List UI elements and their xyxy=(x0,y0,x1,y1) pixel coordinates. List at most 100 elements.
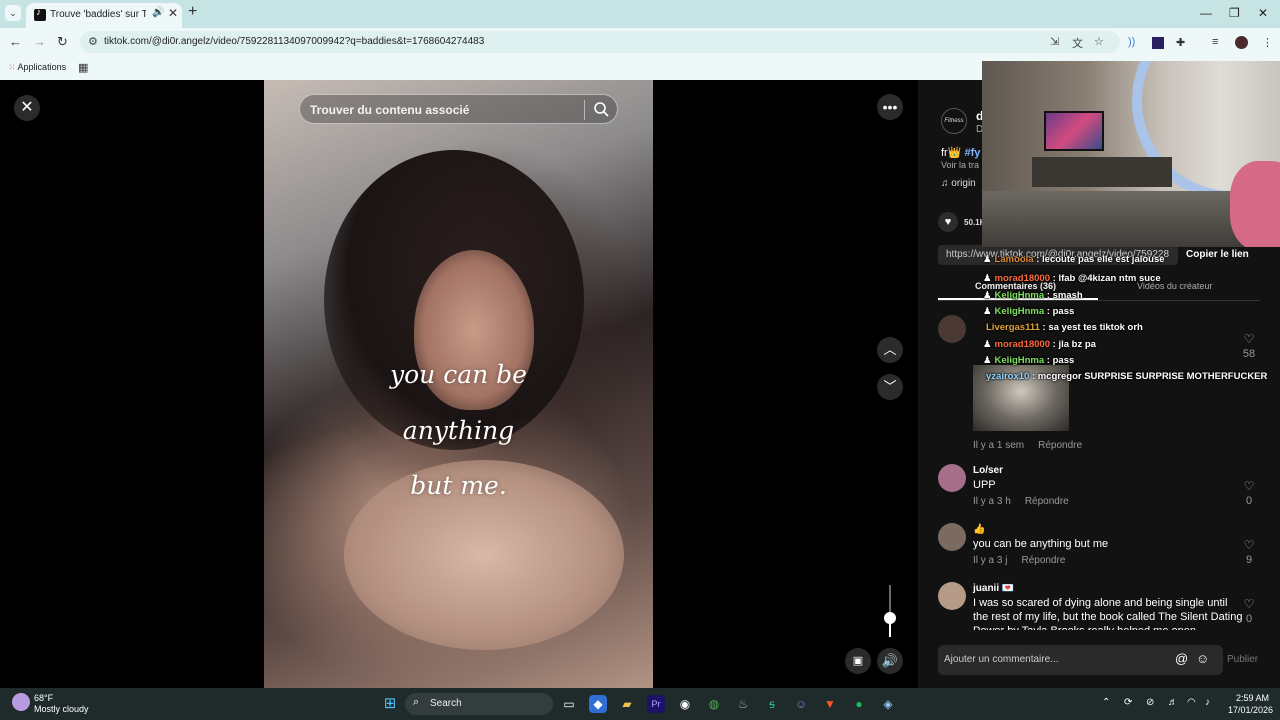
weather-temperature[interactable]: 68°F xyxy=(34,693,53,703)
comment-like-count: 58 xyxy=(1242,348,1256,360)
tray-overflow-chevron-icon[interactable]: ⌃ xyxy=(1102,697,1110,708)
more-options-icon[interactable]: ••• xyxy=(877,94,903,120)
comment-avatar[interactable] xyxy=(938,582,966,610)
comment-like-heart-icon[interactable]: ♡ xyxy=(1241,597,1257,611)
see-translation-link[interactable]: Voir la tra xyxy=(941,160,979,170)
tab-search-button[interactable]: ⌄ xyxy=(5,5,21,21)
bookmark-applications[interactable]: ⁙ Applications xyxy=(8,62,66,73)
chat-username: morad18000 xyxy=(994,339,1050,350)
speaker-icon[interactable]: ♪ xyxy=(1205,697,1210,708)
chat-text: mcgregor SURPRISE SURPRISE MOTHERFUCKER xyxy=(1037,371,1268,382)
media-control-icon[interactable]: ≡ xyxy=(1212,36,1218,48)
related-search-input[interactable]: Trouver du contenu associé xyxy=(299,94,618,124)
reply-button[interactable]: Répondre xyxy=(1038,440,1082,451)
tab-groups-icon[interactable]: ▦ xyxy=(78,61,88,74)
bookmark-star-icon[interactable]: ☆ xyxy=(1094,35,1104,48)
minimize-icon[interactable]: — xyxy=(1200,6,1212,20)
obs-icon[interactable]: ◉ xyxy=(676,695,694,713)
app-s-icon[interactable]: ꟊ xyxy=(763,695,781,713)
comment-time: Il y a 3 j xyxy=(973,555,1008,566)
restore-icon[interactable]: ❐ xyxy=(1229,6,1240,20)
windows-taskbar: 68°F Mostly cloudy ⊞ ⌕ Search ▭ ◆ ▰ Pr ◉… xyxy=(0,688,1280,720)
steam-icon[interactable]: ♨ xyxy=(734,695,752,713)
video-caption-line-1: you can be xyxy=(390,360,527,389)
address-bar[interactable]: ⚙ tiktok.com/@di0r.angelz/video/75922811… xyxy=(80,31,1120,53)
add-comment-input[interactable]: Ajouter un commentaire... @ ☺ xyxy=(938,645,1223,675)
close-video-button[interactable]: ✕ xyxy=(14,95,40,121)
profile-avatar[interactable] xyxy=(1235,36,1248,49)
extensions-puzzle-icon[interactable]: ✚ xyxy=(1176,36,1185,49)
previous-video-chevron-up-icon[interactable]: ︿ xyxy=(877,337,903,363)
emoji-icon[interactable]: ☺ xyxy=(1196,651,1209,666)
close-window-icon[interactable]: ✕ xyxy=(1258,6,1268,20)
comment-avatar[interactable] xyxy=(938,523,966,551)
weather-icon[interactable] xyxy=(12,693,30,711)
wifi-icon[interactable]: ◠ xyxy=(1187,697,1196,708)
publish-button[interactable]: Publier xyxy=(1227,654,1258,665)
task-view-icon[interactable]: ▭ xyxy=(560,695,578,713)
site-info-icon[interactable]: ⚙ xyxy=(88,35,98,48)
comment-like-heart-icon[interactable]: ♡ xyxy=(1241,479,1257,493)
file-explorer-icon[interactable]: ▰ xyxy=(618,695,636,713)
search-icon[interactable] xyxy=(592,100,610,118)
music-link[interactable]: ♫ origin xyxy=(941,178,976,189)
browser-tab-active[interactable]: Trouve 'baddies' sur TikTok 🔊 ✕ xyxy=(26,3,182,28)
taskbar-search[interactable]: ⌕ Search xyxy=(405,693,553,715)
tray-muted-icon[interactable]: ⊘ xyxy=(1146,697,1154,708)
video-player[interactable]: Trouver du contenu associé you can be an… xyxy=(264,80,653,688)
microphone-icon[interactable]: ♬ xyxy=(1168,697,1178,708)
reload-icon[interactable]: ↻ xyxy=(57,34,68,50)
translate-icon[interactable]: 文 xyxy=(1072,35,1083,51)
chrome-icon[interactable]: ◍ xyxy=(705,695,723,713)
clock-date[interactable]: 17/01/2026 xyxy=(1228,705,1273,715)
chat-text: sa yest tes tiktok orh xyxy=(1048,322,1143,333)
comment-like-count: 9 xyxy=(1245,554,1253,566)
chat-username: Livergas111 xyxy=(986,322,1040,333)
brave-icon[interactable]: ▼ xyxy=(821,695,839,713)
tiktok-favicon-icon xyxy=(34,7,46,21)
comment-username[interactable]: 👍 xyxy=(973,524,985,535)
copilot-icon[interactable]: ◆ xyxy=(589,695,607,713)
browser-menu-icon[interactable]: ⋮ xyxy=(1262,36,1273,49)
chat-username: KeligHnma xyxy=(994,290,1045,301)
forward-icon[interactable]: → xyxy=(33,34,46,49)
chat-message: yzairox10 : mcgregor SURPRISE SURPRISE M… xyxy=(986,371,1268,382)
volume-icon[interactable]: 🔊 xyxy=(877,648,903,674)
close-tab-icon[interactable]: ✕ xyxy=(168,6,178,20)
comment-like-heart-icon[interactable]: ♡ xyxy=(1241,332,1257,346)
extension-square-icon[interactable] xyxy=(1152,37,1164,49)
comment-avatar[interactable] xyxy=(938,464,966,492)
next-video-chevron-down-icon[interactable]: ﹀ xyxy=(877,374,903,400)
install-icon[interactable]: ⇲ xyxy=(1050,35,1059,48)
taskbar-search-label: Search xyxy=(430,698,462,709)
spotify-icon[interactable]: ● xyxy=(850,695,868,713)
comment-username[interactable]: juanii 💌 xyxy=(973,583,1014,594)
creator-avatar[interactable]: Fitness xyxy=(941,108,967,134)
back-icon[interactable]: ← xyxy=(9,34,22,49)
miniplayer-icon[interactable]: ▣ xyxy=(845,648,871,674)
app-window-icon[interactable]: ◈ xyxy=(879,695,897,713)
new-tab-button[interactable]: + xyxy=(188,3,197,21)
hashtag-link[interactable]: #fy xyxy=(964,147,980,159)
video-caption-line-2: anything xyxy=(402,416,515,445)
mention-at-icon[interactable]: @ xyxy=(1175,651,1188,666)
copy-link-button[interactable]: Copier le lien xyxy=(1186,249,1249,260)
comment-time: Il y a 1 sem xyxy=(973,440,1025,451)
comment-username[interactable]: Lo/ser xyxy=(973,465,1003,476)
url-text: tiktok.com/@di0r.angelz/video/7592281134… xyxy=(104,36,485,47)
comment-avatar[interactable] xyxy=(938,315,966,343)
reply-button[interactable]: Répondre xyxy=(1025,496,1069,507)
reply-button[interactable]: Répondre xyxy=(1021,555,1065,566)
volume-slider-knob[interactable] xyxy=(884,612,896,624)
extension-wave-icon[interactable]: )) xyxy=(1128,36,1135,48)
like-heart-icon[interactable]: ♥ xyxy=(938,212,958,232)
discord-icon[interactable]: ☺ xyxy=(792,695,810,713)
windows-start-icon[interactable]: ⊞ xyxy=(381,695,399,713)
chat-text: lecoute pas elle est jalouse xyxy=(1042,254,1165,265)
speaker-icon[interactable]: 🔊 xyxy=(152,7,164,18)
weather-description[interactable]: Mostly cloudy xyxy=(34,704,89,714)
clock-time[interactable]: 2:59 AM xyxy=(1236,693,1269,703)
comment-like-heart-icon[interactable]: ♡ xyxy=(1241,538,1257,552)
tray-sync-icon[interactable]: ⟳ xyxy=(1124,697,1132,708)
premiere-pro-icon[interactable]: Pr xyxy=(647,695,665,713)
